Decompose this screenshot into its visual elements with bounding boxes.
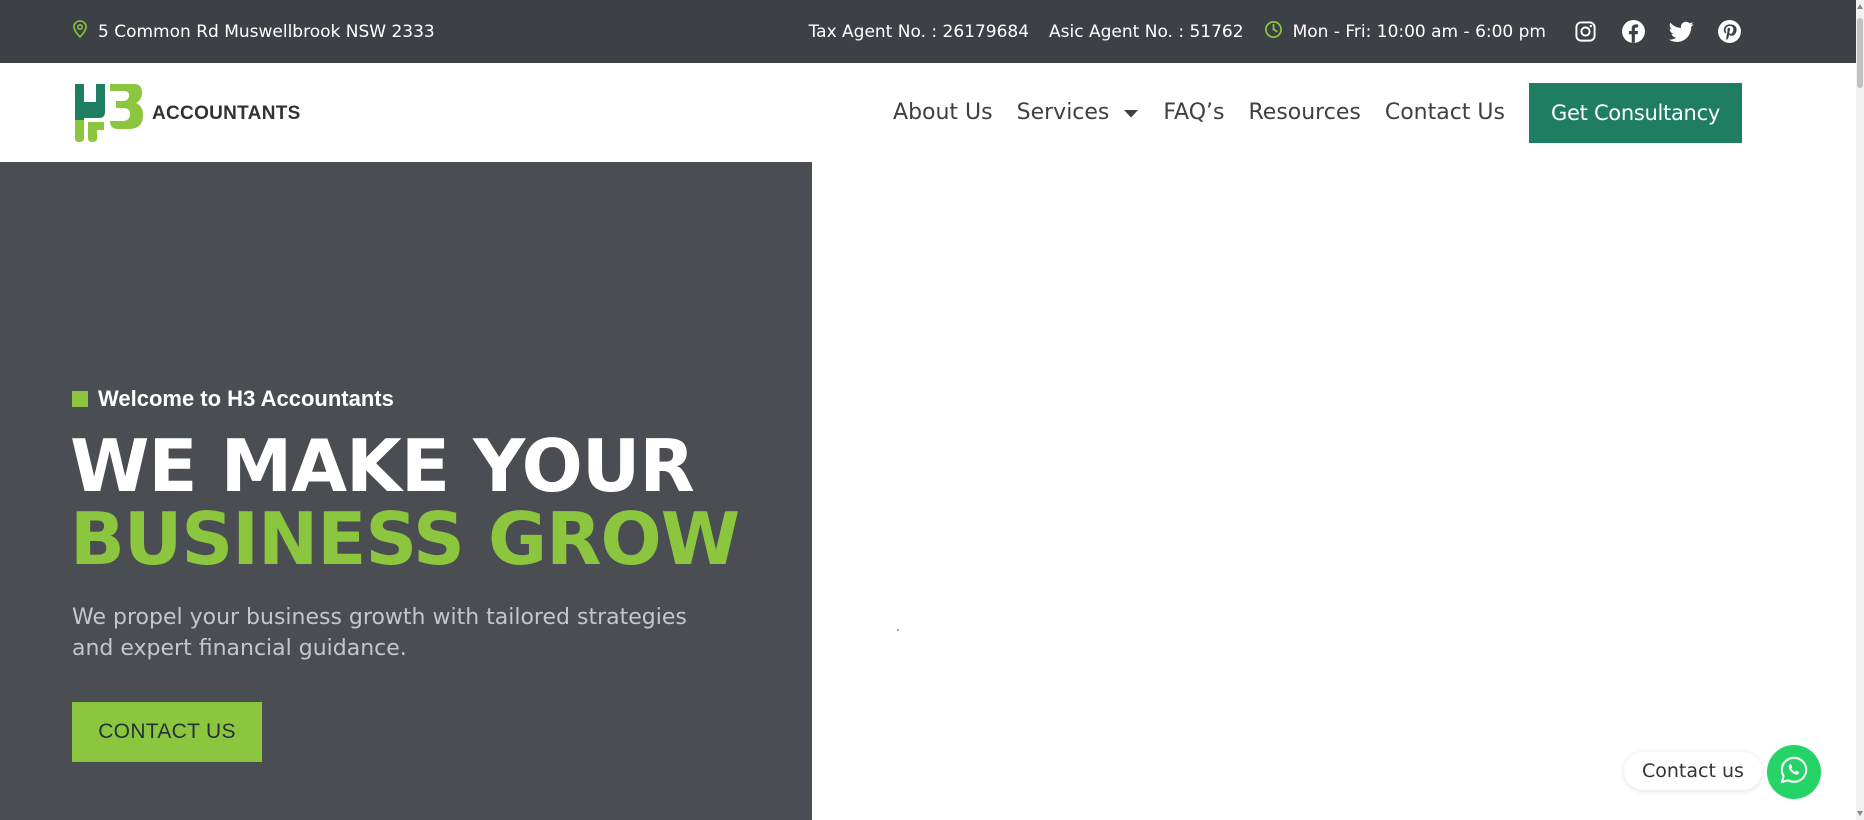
logo-wordmark: ACCOUNTANTS <box>152 102 301 124</box>
nav-about-us[interactable]: About Us <box>893 100 993 125</box>
scroll-up-arrow-icon[interactable] <box>1857 4 1863 9</box>
business-hours: Mon - Fri: 10:00 am - 6:00 pm <box>1264 20 1546 44</box>
nav-services-label: Services <box>1016 100 1110 125</box>
scrollbar-thumb[interactable] <box>1857 18 1863 88</box>
hero-eyebrow: Welcome to H3 Accountants <box>72 386 394 412</box>
social-links <box>1572 19 1742 45</box>
instagram-icon[interactable] <box>1572 19 1598 45</box>
hours-text: Mon - Fri: 10:00 am - 6:00 pm <box>1292 21 1546 42</box>
get-consultancy-button[interactable]: Get Consultancy <box>1529 82 1742 143</box>
page: 5 Common Rd Muswellbrook NSW 2333 Tax Ag… <box>0 0 1864 820</box>
clock-icon <box>1264 20 1283 44</box>
facebook-icon[interactable] <box>1620 19 1646 45</box>
location-pin-icon <box>72 20 88 43</box>
address-block: 5 Common Rd Muswellbrook NSW 2333 <box>72 0 435 63</box>
hero-headline: WE MAKE YOUR BUSINESS GROW <box>70 424 740 581</box>
site-header: ACCOUNTANTS About Us Services FAQ’s Reso… <box>0 63 1864 162</box>
nav-resources[interactable]: Resources <box>1248 100 1360 125</box>
whatsapp-chat-button[interactable] <box>1767 745 1821 799</box>
asic-agent-number: Asic Agent No. : 51762 <box>1049 21 1244 42</box>
nav-faqs[interactable]: FAQ’s <box>1163 100 1224 125</box>
hero-subtext: We propel your business growth with tail… <box>72 605 687 661</box>
twitter-icon[interactable] <box>1668 19 1694 45</box>
contact-us-button[interactable]: CONTACT US <box>72 702 262 762</box>
headline-line-1: WE MAKE YOUR <box>70 424 695 508</box>
whatsapp-icon <box>1779 755 1809 790</box>
green-square-icon <box>72 391 88 407</box>
image-placeholder-dot <box>897 629 899 631</box>
page-scrollbar[interactable] <box>1856 0 1864 820</box>
scroll-down-arrow-icon[interactable] <box>1857 811 1863 816</box>
nav-services[interactable]: Services <box>1017 100 1140 125</box>
main-nav: About Us Services FAQ’s Resources Contac… <box>869 63 1742 162</box>
pinterest-icon[interactable] <box>1716 19 1742 45</box>
caret-down-icon <box>1123 100 1139 125</box>
address-text: 5 Common Rd Muswellbrook NSW 2333 <box>98 21 435 42</box>
hero-section: Welcome to H3 Accountants WE MAKE YOUR B… <box>0 162 812 820</box>
welcome-text: Welcome to H3 Accountants <box>98 386 394 411</box>
contact-us-chat-label[interactable]: Contact us <box>1624 752 1762 790</box>
top-info-bar: 5 Common Rd Muswellbrook NSW 2333 Tax Ag… <box>0 0 1864 63</box>
nav-contact-us[interactable]: Contact Us <box>1385 100 1505 125</box>
topbar-right: Tax Agent No. : 26179684 Asic Agent No. … <box>789 0 1742 63</box>
h3-logo-mark-icon <box>72 80 144 147</box>
h3-logo[interactable]: ACCOUNTANTS <box>72 80 301 147</box>
headline-line-2: BUSINESS GROW <box>70 497 740 581</box>
tax-agent-number: Tax Agent No. : 26179684 <box>808 21 1030 42</box>
